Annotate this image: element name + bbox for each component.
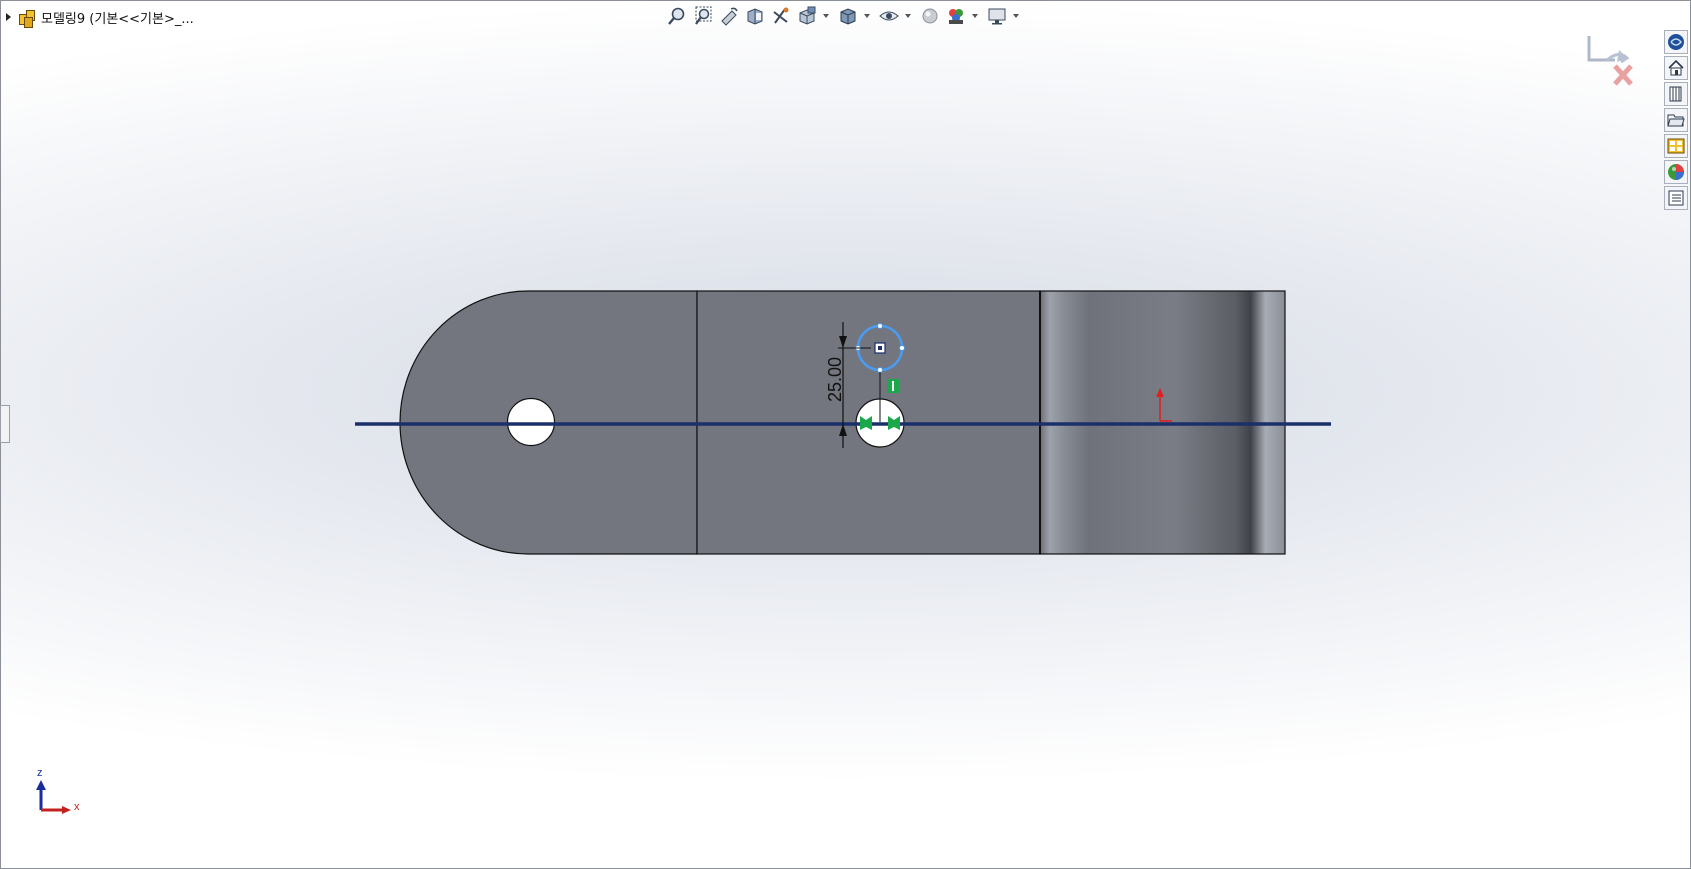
triad-x-label: x: [74, 801, 80, 813]
dimension-value[interactable]: 25.00: [825, 357, 845, 402]
triad-z-label: z: [37, 767, 43, 779]
vertical-relation-icon[interactable]: [887, 379, 899, 393]
graphics-viewport[interactable]: 25.00 z x: [0, 0, 1691, 869]
hole-left: [506, 397, 556, 447]
reference-triad: z x: [36, 767, 80, 814]
